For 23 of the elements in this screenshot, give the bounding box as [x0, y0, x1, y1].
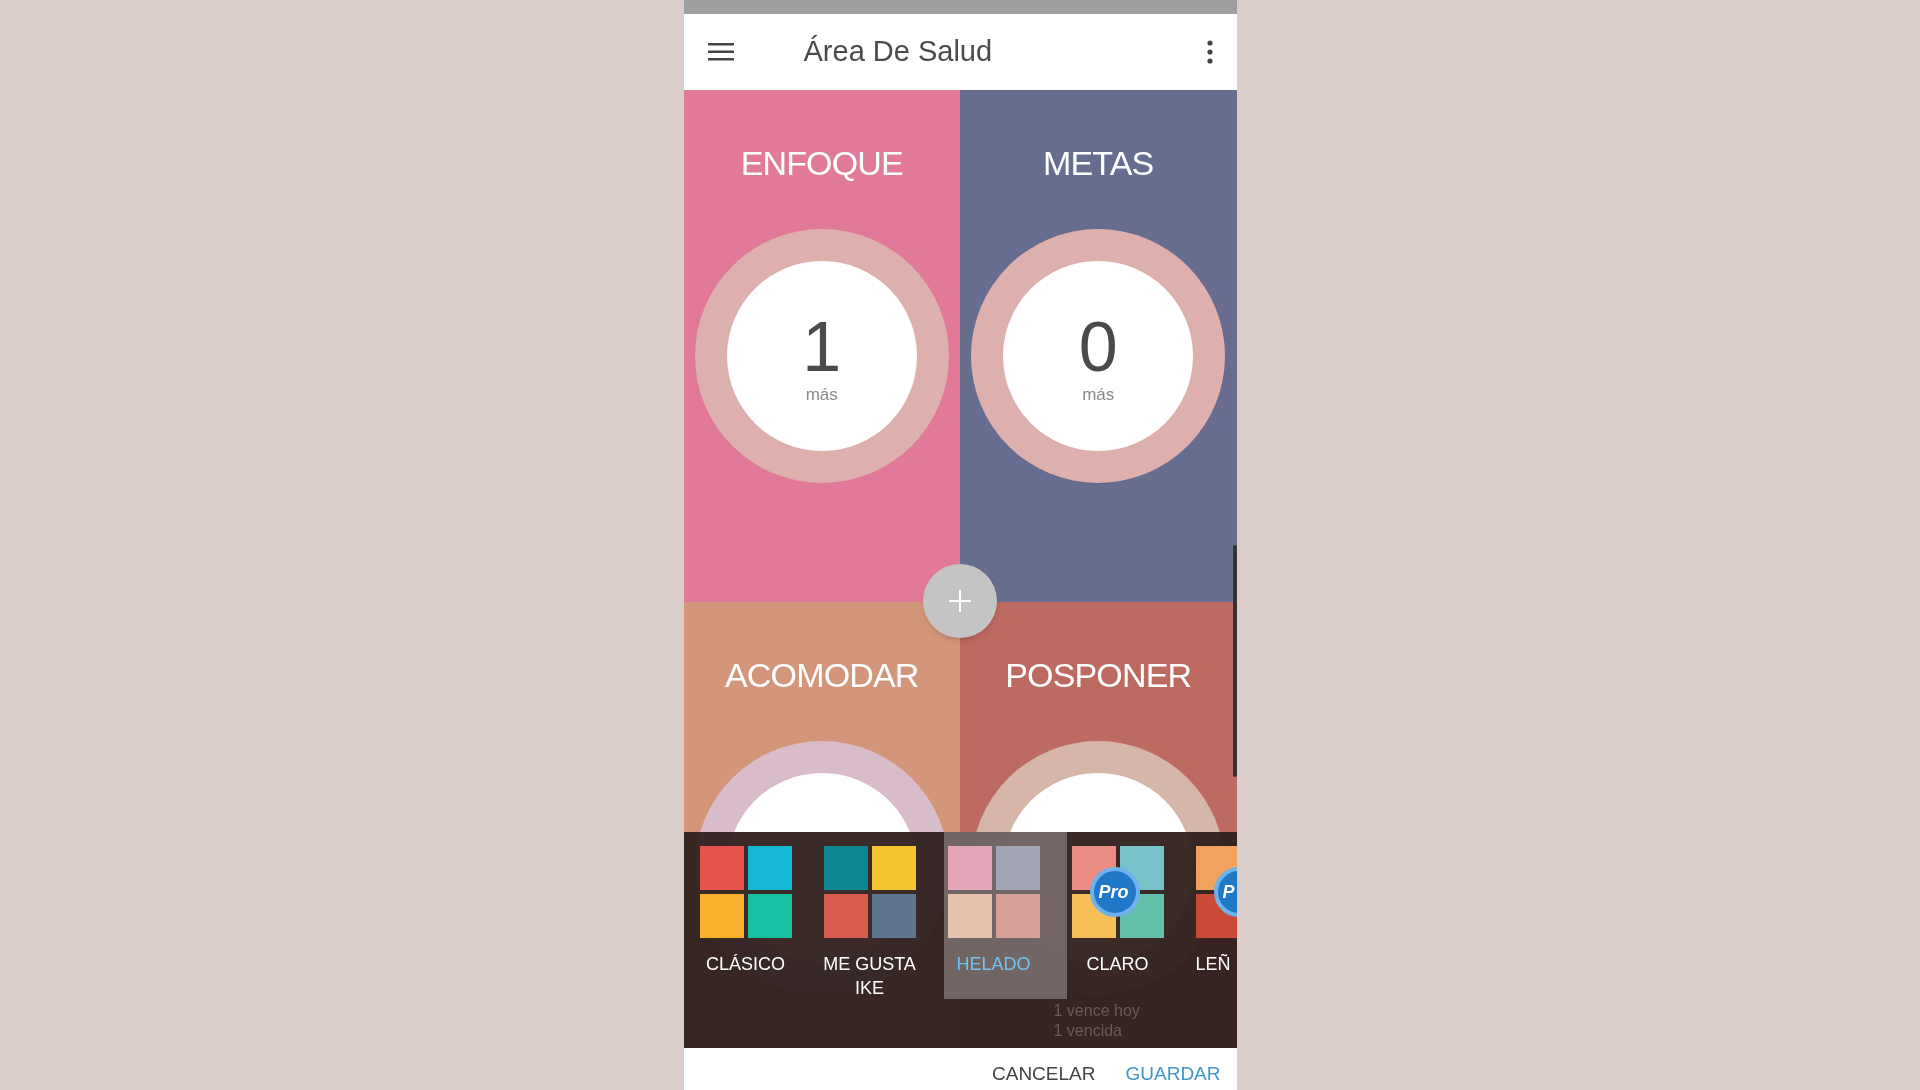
count-number: 0 [1078, 312, 1118, 383]
theme-option[interactable]: CLÁSICO [695, 832, 819, 999]
theme-option[interactable]: Pro CLARO [1067, 832, 1191, 999]
menu-icon[interactable] [707, 42, 734, 62]
tile-title: METAS [1043, 143, 1154, 184]
screen-title: Área De Salud [803, 34, 994, 70]
theme-label: CLARO [1085, 953, 1150, 976]
tile-title: POSPONER [1005, 655, 1192, 696]
theme-option[interactable]: ME GUSTA IKE [819, 832, 943, 999]
more-options-icon[interactable] [1206, 40, 1213, 64]
count-unit: más [1082, 384, 1115, 407]
category-tile[interactable]: ENFOQUE 1 más [683, 90, 960, 602]
theme-option[interactable]: P LEÑ [1191, 832, 1237, 999]
cancel-button[interactable]: CANCELAR [992, 1059, 1096, 1088]
count-unit: más [805, 384, 838, 407]
count-number: 1 [802, 312, 842, 383]
category-tile[interactable]: METAS 0 más [960, 90, 1237, 602]
theme-label: CLÁSICO [705, 953, 786, 976]
tile-title: ACOMODAR [725, 655, 919, 696]
tile-title: ENFOQUE [740, 143, 903, 184]
plus-icon [948, 590, 971, 612]
theme-label: ME GUSTA IKE [822, 953, 917, 1000]
theme-label: LEÑ [1195, 953, 1232, 976]
